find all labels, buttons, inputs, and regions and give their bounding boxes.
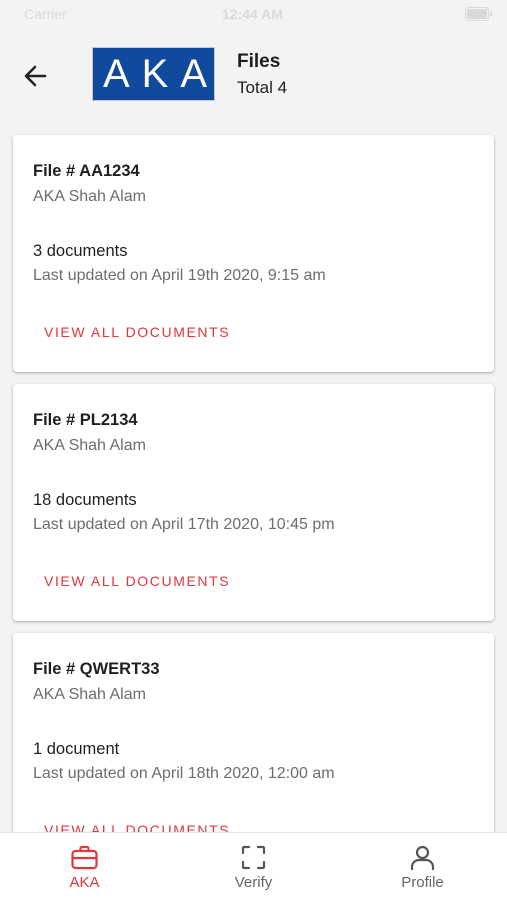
view-all-documents-button[interactable]: VIEW ALL DOCUMENTS: [44, 573, 230, 589]
last-updated: Last updated on April 17th 2020, 10:45 p…: [33, 516, 335, 533]
page-header: AKA Files Total 4: [0, 28, 507, 128]
person-icon: [410, 845, 435, 871]
arrow-left-icon: [24, 65, 47, 87]
file-list[interactable]: AKA Files Total 4 File # AA1234 AKA Shah…: [0, 0, 507, 832]
tab-label: Verify: [234, 874, 273, 891]
file-owner: AKA Shah Alam: [33, 188, 146, 205]
scan-frame-icon: [241, 845, 266, 870]
last-updated: Last updated on April 19th 2020, 9:15 am: [33, 267, 326, 284]
document-count: 18 documents: [33, 491, 137, 509]
file-number: File # AA1234: [33, 162, 140, 180]
file-owner: AKA Shah Alam: [33, 437, 146, 454]
tab-profile[interactable]: Profile: [338, 833, 507, 901]
document-count: 1 document: [33, 740, 120, 758]
briefcase-icon: [71, 845, 98, 870]
last-updated: Last updated on April 18th 2020, 12:00 a…: [33, 765, 335, 782]
tab-verify[interactable]: Verify: [169, 833, 338, 901]
tab-label: AKA: [69, 874, 100, 891]
view-all-documents-button[interactable]: VIEW ALL DOCUMENTS: [44, 822, 230, 832]
back-button[interactable]: [18, 58, 54, 94]
document-count: 3 documents: [33, 242, 128, 260]
file-card: File # QWERT33 AKA Shah Alam 1 document …: [13, 633, 494, 832]
tab-aka[interactable]: AKA: [0, 833, 169, 901]
page-title: Files: [237, 51, 281, 72]
file-number: File # QWERT33: [33, 660, 160, 678]
tab-label: Profile: [401, 874, 444, 891]
file-card: File # AA1234 AKA Shah Alam 3 documents …: [13, 135, 494, 372]
company-logo: AKA: [92, 47, 215, 101]
file-number: File # PL2134: [33, 411, 138, 429]
file-total: Total 4: [237, 78, 288, 97]
view-all-documents-button[interactable]: VIEW ALL DOCUMENTS: [44, 324, 230, 340]
file-card: File # PL2134 AKA Shah Alam 18 documents…: [13, 384, 494, 621]
file-owner: AKA Shah Alam: [33, 686, 146, 703]
bottom-tab-bar: AKA Verify Profile: [0, 832, 507, 901]
